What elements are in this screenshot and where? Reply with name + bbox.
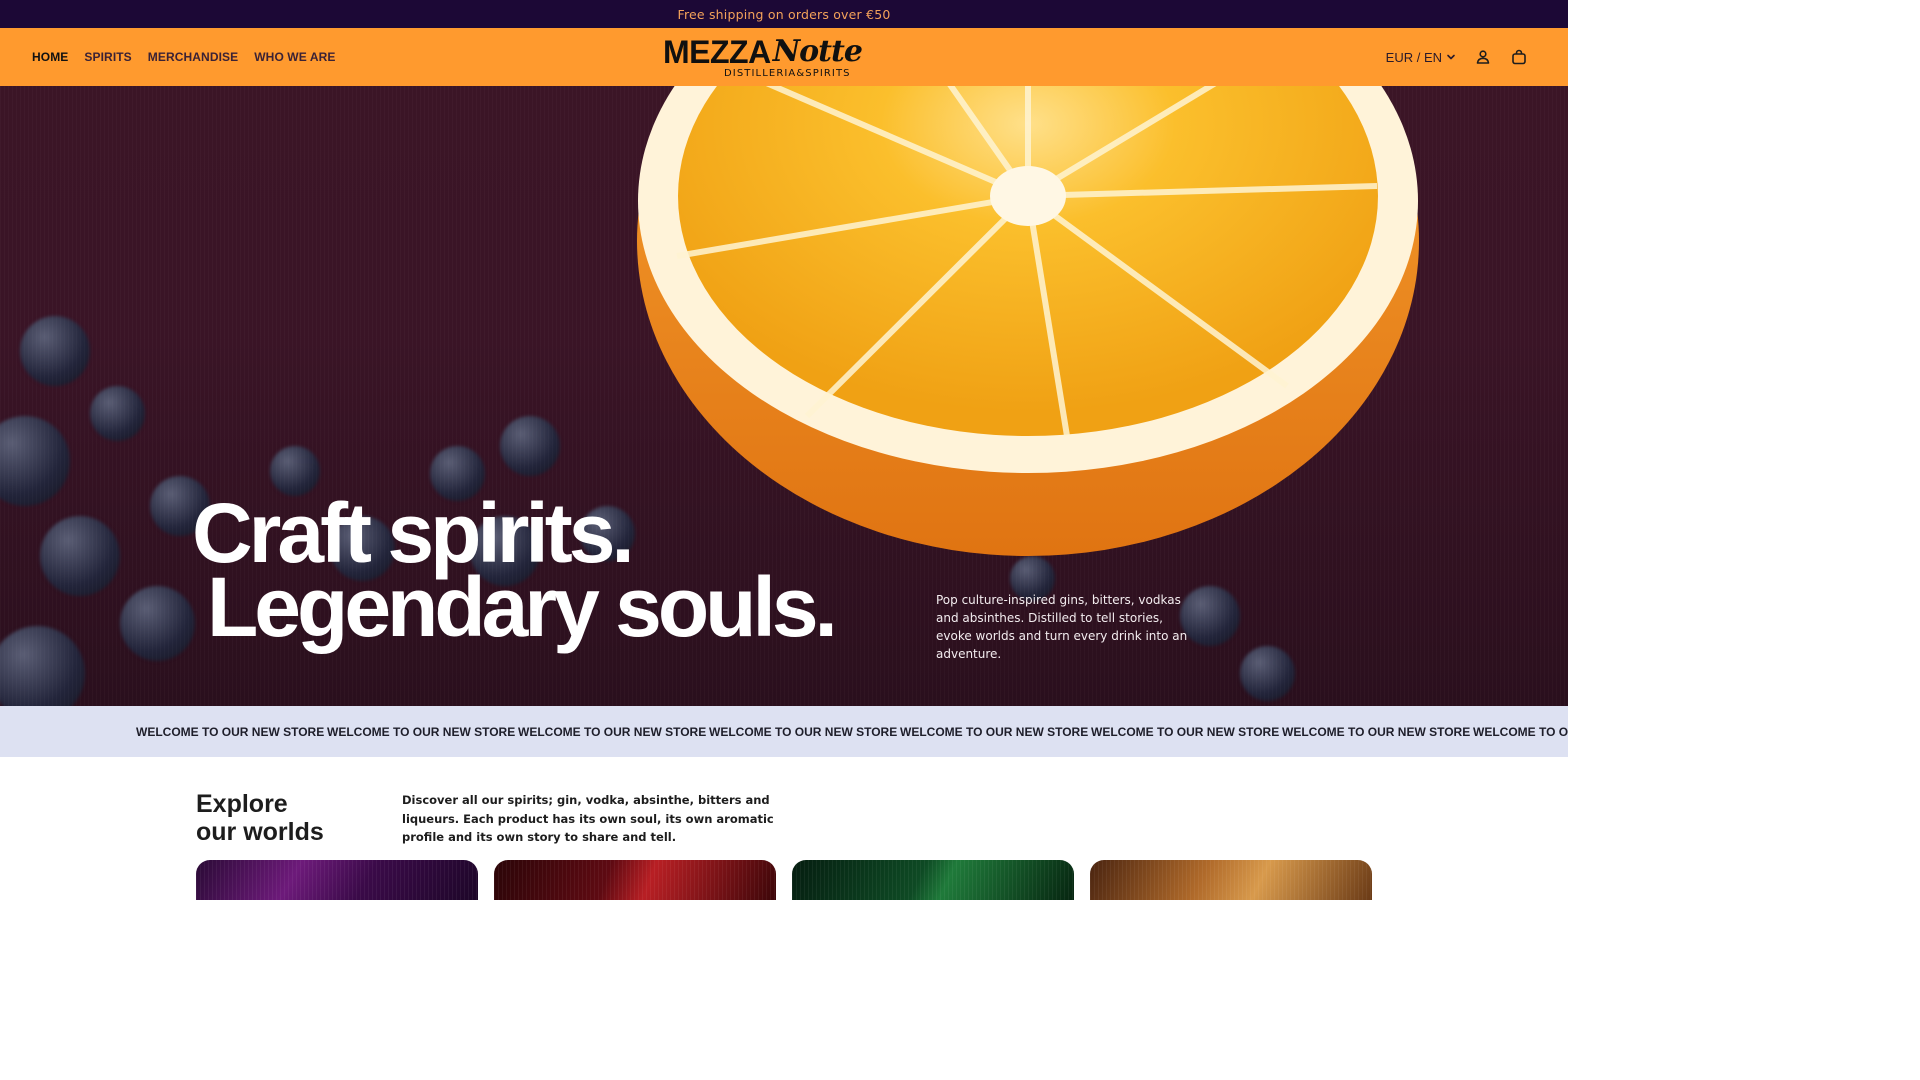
main-nav: HOME SPIRITS MERCHANDISE WHO WE ARE	[32, 28, 335, 86]
welcome-marquee: WELCOME TO OUR NEW STORE WELCOME TO OUR …	[0, 706, 1568, 757]
world-card-2[interactable]	[494, 860, 776, 900]
marquee-item: WELCOME TO OUR NEW STORE	[900, 724, 1089, 739]
locale-selector[interactable]: EUR / EN	[1386, 50, 1456, 65]
explore-description: Discover all our spirits; gin, vodka, ab…	[402, 793, 774, 844]
explore-title: Explore our worlds	[196, 790, 324, 846]
world-card-4[interactable]	[1090, 860, 1372, 900]
explore-title-line2: our worlds	[196, 818, 324, 846]
locale-label: EUR / EN	[1385, 49, 1442, 65]
site-header: HOME SPIRITS MERCHANDISE WHO WE ARE MEZZ…	[0, 28, 1568, 86]
hero-description: Pop culture-inspired gins, bitters, vodk…	[936, 593, 1188, 661]
nav-item-merchandise[interactable]: MERCHANDISE	[148, 50, 238, 64]
nav-item-who-we-are[interactable]: WHO WE ARE	[254, 50, 335, 64]
marquee-item: WELCOME TO OUR NEW STORE	[518, 724, 707, 739]
hero-headline: Craft spirits. Legendary souls.	[192, 491, 838, 654]
hero-headline-line2: Legendary souls.	[207, 560, 838, 654]
world-card-3[interactable]	[792, 860, 1074, 900]
marquee-item: WELCOME TO OUR NEW STORE	[1091, 724, 1280, 739]
logo-tagline: DISTILLERIA&SPIRITS	[724, 68, 851, 79]
world-card-1[interactable]	[196, 860, 478, 900]
hero-banner: Craft spirits. Legendary souls. Pop cult…	[0, 86, 1568, 706]
marquee-item: WELCOME TO OUR NEW STORE	[709, 724, 898, 739]
chevron-down-icon	[1446, 50, 1456, 65]
marquee-item: WELCOME TO OUR NEW STORE	[327, 724, 516, 739]
marquee-item: WELCOME TO OUR NEW STORE	[1473, 724, 1568, 739]
announcement-text: Free shipping on orders over €50	[677, 6, 891, 22]
orange-image	[637, 86, 1419, 556]
nav-item-home[interactable]: HOME	[32, 50, 68, 64]
logo-wordmark: MEZZA Notte	[663, 34, 863, 70]
announcement-bar: Free shipping on orders over €50	[0, 0, 1568, 28]
header-actions: EUR / EN	[1386, 28, 1528, 86]
marquee-track: WELCOME TO OUR NEW STORE WELCOME TO OUR …	[136, 706, 1568, 757]
marquee-item: WELCOME TO OUR NEW STORE	[1282, 724, 1471, 739]
logo-brand-script: Notte	[772, 34, 863, 69]
account-icon[interactable]	[1474, 48, 1492, 66]
nav-item-spirits[interactable]: SPIRITS	[84, 50, 131, 64]
explore-title-line1: Explore	[196, 790, 288, 818]
marquee-item: WELCOME TO OUR NEW STORE	[136, 724, 325, 739]
site-logo[interactable]: MEZZA Notte DISTILLERIA&SPIRITS	[663, 36, 905, 80]
logo-brand-block: MEZZA	[663, 34, 771, 70]
cart-icon[interactable]	[1510, 48, 1528, 66]
